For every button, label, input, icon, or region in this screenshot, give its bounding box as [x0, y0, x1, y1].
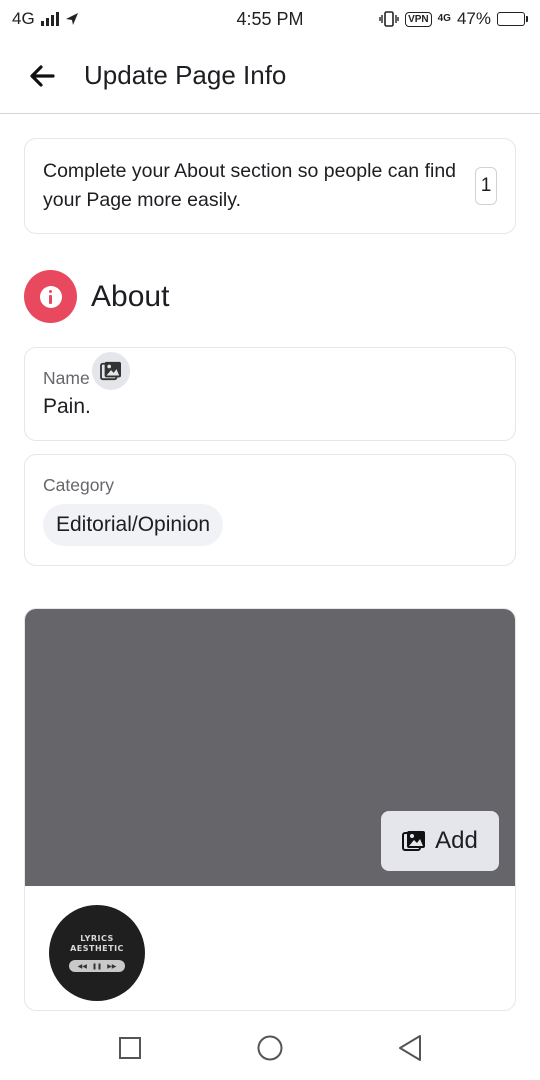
profile-logo-line1: Lyrics [80, 934, 114, 943]
status-left: 4G [12, 9, 79, 29]
triangle-back-icon [399, 1035, 421, 1061]
category-chip[interactable]: Editorial/Opinion [43, 504, 224, 546]
location-arrow-icon [65, 13, 78, 25]
profile-picture[interactable]: Lyrics Aesthetic ◀◀ ❚❚ ▶▶ [49, 905, 145, 1001]
info-icon [24, 270, 77, 323]
signal-icon [40, 12, 59, 26]
category-field[interactable]: Category Editorial/Opinion [24, 454, 516, 566]
square-icon [119, 1037, 141, 1059]
network-small: 4G [437, 13, 451, 24]
about-section-heading: About [24, 270, 169, 323]
back-button[interactable] [0, 38, 84, 114]
notice-text: Complete your About section so people ca… [43, 160, 457, 211]
photo-icon [100, 361, 121, 381]
page-title: Update Page Info [84, 60, 287, 90]
network-type: 4G [12, 9, 35, 28]
status-right: VPN 4G 47% [379, 9, 528, 29]
vpn-badge: VPN [405, 11, 432, 27]
system-navigation-bar [0, 1016, 540, 1080]
circle-icon [257, 1035, 283, 1061]
arrow-left-icon [30, 64, 55, 87]
name-value: Pain. [43, 395, 91, 418]
battery-icon [497, 12, 528, 26]
category-label: Category [43, 475, 115, 495]
profile-logo-line2: Aesthetic [70, 944, 124, 953]
battery-percent: 47% [456, 9, 491, 28]
edit-profile-photo-button[interactable] [90, 350, 132, 392]
notice-count-badge: 1 [475, 167, 497, 205]
app-header: Update Page Info [0, 38, 540, 114]
photo-icon [402, 831, 426, 851]
cover-photo-card: Add Lyrics Aesthetic ◀◀ ❚❚ ▶▶ [24, 608, 516, 1011]
player-graphic: ◀◀ ❚❚ ▶▶ [69, 960, 125, 972]
status-bar: 4G 4:55 PM VPN 4G 47% [0, 0, 540, 38]
add-cover-photo-button[interactable]: Add [381, 811, 499, 871]
about-notice-card: Complete your About section so people ca… [24, 138, 516, 234]
vibrate-icon [379, 11, 399, 27]
add-label: Add [435, 827, 478, 854]
home-button[interactable] [240, 1023, 300, 1073]
about-title: About [91, 279, 170, 313]
recents-button[interactable] [100, 1023, 160, 1073]
system-back-button[interactable] [380, 1023, 440, 1073]
